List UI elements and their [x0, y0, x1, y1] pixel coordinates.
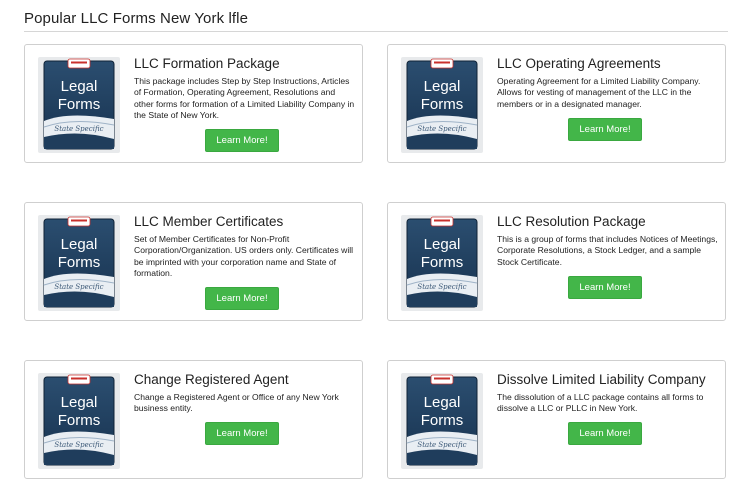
page-title: Popular LLC Forms New York lfle	[24, 10, 249, 27]
card-description: Operating Agreement for a Limited Liabil…	[497, 76, 701, 109]
card-title[interactable]: LLC Member Certificates	[134, 214, 356, 230]
legal-forms-book-icon: LegalForms State Specific	[43, 58, 115, 150]
card-title[interactable]: Dissolve Limited Liability Company	[497, 372, 719, 388]
learn-more-button[interactable]: Learn More!	[205, 129, 279, 152]
legal-forms-book-icon: LegalForms State Specific	[406, 374, 478, 466]
legal-forms-book-icon: LegalForms State Specific	[406, 58, 478, 150]
thumbnail-state-specific-text: State Specific	[417, 441, 466, 449]
legal-forms-thumbnail[interactable]: Legal Forms State Specific	[38, 215, 120, 311]
thumbnail-forms-text: Forms	[421, 412, 464, 429]
legal-forms-thumbnail[interactable]: Legal Forms State Specific	[38, 57, 120, 153]
card-description: This is a group of forms that includes N…	[497, 234, 718, 267]
card-description: This package includes Step by Step Instr…	[134, 76, 355, 121]
legal-forms-thumbnail[interactable]: Legal Forms State Specific	[401, 57, 483, 153]
thumbnail-forms-text: Forms	[58, 96, 101, 113]
product-card: Legal Forms State Specific Dissolve Limite…	[387, 360, 726, 479]
card-description: Set of Member Certificates for Non-Profi…	[134, 234, 354, 279]
product-card: Legal Forms State Specific LLC Member Cert…	[24, 202, 363, 321]
thumbnail-forms-text: Forms	[58, 254, 101, 271]
learn-more-button[interactable]: Learn More!	[568, 422, 642, 445]
thumbnail-forms-text: Forms	[421, 254, 464, 271]
product-card: Legal Forms State Specific LLC Formation P…	[24, 44, 363, 163]
thumbnail-legal-text: Legal	[61, 78, 98, 95]
thumbnail-forms-text: Forms	[421, 96, 464, 113]
title-divider	[24, 31, 728, 32]
legal-forms-thumbnail[interactable]: Legal Forms State Specific	[401, 373, 483, 469]
card-description: Change a Registered Agent or Office of a…	[134, 392, 339, 414]
product-card: Legal Forms State Specific LLC Resolution …	[387, 202, 726, 321]
card-title[interactable]: LLC Resolution Package	[497, 214, 719, 230]
learn-more-button[interactable]: Learn More!	[568, 118, 642, 141]
legal-forms-thumbnail[interactable]: Legal Forms State Specific	[38, 373, 120, 469]
learn-more-button[interactable]: Learn More!	[568, 276, 642, 299]
thumbnail-state-specific-text: State Specific	[417, 125, 466, 133]
card-title[interactable]: Change Registered Agent	[134, 372, 356, 388]
learn-more-button[interactable]: Learn More!	[205, 422, 279, 445]
thumbnail-legal-text: Legal	[61, 236, 98, 253]
legal-forms-book-icon: LegalForms State Specific	[43, 374, 115, 466]
legal-forms-book-icon: LegalForms State Specific	[406, 216, 478, 308]
thumbnail-state-specific-text: State Specific	[54, 441, 103, 449]
legal-forms-book-icon: LegalForms State Specific	[43, 216, 115, 308]
thumbnail-state-specific-text: State Specific	[417, 283, 466, 291]
product-card: Legal Forms State Specific Change Register…	[24, 360, 363, 479]
thumbnail-legal-text: Legal	[61, 394, 98, 411]
card-title[interactable]: LLC Operating Agreements	[497, 56, 719, 72]
thumbnail-legal-text: Legal	[424, 78, 461, 95]
card-title[interactable]: LLC Formation Package	[134, 56, 356, 72]
thumbnail-legal-text: Legal	[424, 394, 461, 411]
thumbnail-state-specific-text: State Specific	[54, 283, 103, 291]
learn-more-button[interactable]: Learn More!	[205, 287, 279, 310]
thumbnail-state-specific-text: State Specific	[54, 125, 103, 133]
legal-forms-thumbnail[interactable]: Legal Forms State Specific	[401, 215, 483, 311]
thumbnail-legal-text: Legal	[424, 236, 461, 253]
card-description: The dissolution of a LLC package contain…	[497, 392, 704, 414]
product-card: Legal Forms State Specific LLC Operating A…	[387, 44, 726, 163]
thumbnail-forms-text: Forms	[58, 412, 101, 429]
